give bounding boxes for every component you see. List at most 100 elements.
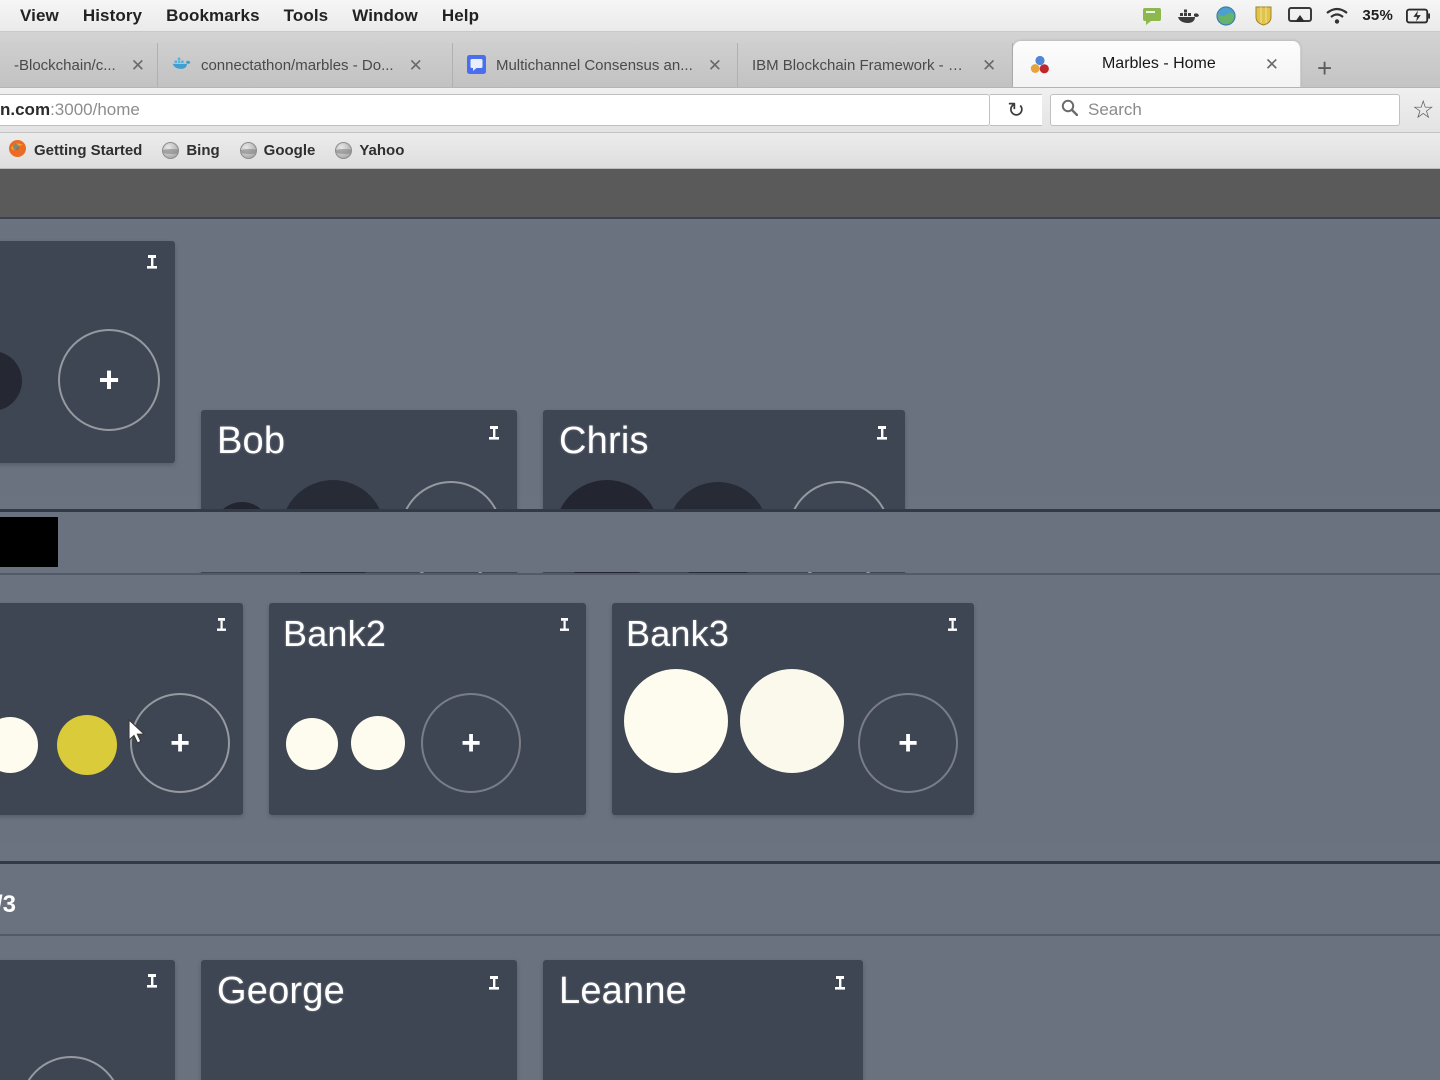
- menu-item-window[interactable]: Window: [340, 6, 430, 26]
- search-input[interactable]: Search: [1050, 94, 1400, 126]
- firefox-icon: [8, 139, 27, 163]
- bookmark-yahoo[interactable]: Yahoo: [335, 142, 404, 159]
- bookmark-label: Bing: [186, 142, 220, 159]
- tab-close-icon[interactable]: ✕: [1265, 56, 1279, 73]
- menu-item-tools[interactable]: Tools: [272, 6, 341, 26]
- pin-icon[interactable]: [145, 255, 159, 273]
- menu-item-bookmarks[interactable]: Bookmarks: [154, 6, 272, 26]
- bank-card-bank3[interactable]: Bank3 +: [612, 603, 974, 815]
- tab-label: connectathon/marbles - Do...: [200, 56, 394, 74]
- card-title: Bank3: [626, 613, 730, 654]
- new-tab-button[interactable]: +: [1301, 55, 1348, 87]
- marble-white[interactable]: [624, 669, 728, 773]
- pin-icon[interactable]: [558, 618, 572, 636]
- user-card-partial-2[interactable]: +: [0, 960, 175, 1080]
- battery-charging-icon[interactable]: [1406, 5, 1430, 27]
- add-marble-zone[interactable]: +: [130, 693, 230, 793]
- menu-item-view[interactable]: View: [8, 6, 71, 26]
- tab-connectathon-marbles[interactable]: connectathon/marbles - Do... ✕: [157, 43, 453, 87]
- url-host: n.com: [0, 100, 51, 119]
- globe-icon: [335, 142, 353, 159]
- add-marble-zone[interactable]: +: [20, 1056, 122, 1080]
- system-tray: 35%: [1140, 5, 1440, 27]
- card-title: George: [217, 970, 345, 1012]
- bank-card-partial-1[interactable]: +: [0, 603, 243, 815]
- marble-white[interactable]: [0, 717, 38, 773]
- tab-marbles-home[interactable]: Marbles - Home ✕: [1012, 41, 1301, 87]
- user-card-leanne[interactable]: Leanne +: [543, 960, 863, 1080]
- add-marble-plus: +: [898, 724, 918, 762]
- search-placeholder: Search: [1088, 100, 1142, 119]
- marble-white[interactable]: [351, 716, 405, 770]
- url-path: :3000/home: [50, 100, 140, 119]
- search-icon: [1061, 99, 1079, 121]
- marble-white[interactable]: [740, 669, 844, 773]
- tab-close-icon[interactable]: ✕: [131, 57, 145, 74]
- bookmarks-bar: Getting Started Bing Google Yahoo: [0, 133, 1440, 169]
- docker-whale-icon: [172, 55, 192, 75]
- bank-card-bank2[interactable]: Bank2 +: [269, 603, 586, 815]
- bookmark-label: Yahoo: [359, 142, 405, 159]
- blue-document-icon: [466, 55, 487, 75]
- tab-close-icon[interactable]: ✕: [409, 57, 423, 74]
- add-marble-plus: +: [461, 724, 481, 762]
- marbles-icon: [1029, 54, 1049, 74]
- bookmark-getting-started[interactable]: Getting Started: [8, 139, 142, 163]
- add-marble-zone[interactable]: +: [858, 693, 958, 793]
- bookmark-label: Google: [263, 142, 316, 159]
- tab-close-icon[interactable]: ✕: [982, 57, 996, 74]
- pin-icon[interactable]: [215, 618, 229, 636]
- banks-header-strip: [0, 512, 1440, 572]
- tab-close-icon[interactable]: ✕: [708, 57, 722, 74]
- bookmark-star-icon[interactable]: ☆: [1412, 97, 1434, 123]
- pin-icon[interactable]: [833, 976, 847, 994]
- url-text: n.com:3000/home: [0, 100, 140, 120]
- marble-dark[interactable]: [0, 351, 22, 411]
- battery-percentage: 35%: [1362, 7, 1393, 24]
- tab-label: Multichannel Consensus an...: [495, 56, 693, 74]
- macos-menu-bar: View History Bookmarks Tools Window Help: [0, 0, 1440, 32]
- menu-item-history[interactable]: History: [71, 6, 154, 26]
- pin-icon[interactable]: [487, 426, 501, 444]
- wifi-icon[interactable]: [1325, 5, 1349, 27]
- pin-icon[interactable]: [145, 974, 159, 992]
- menu-item-help[interactable]: Help: [430, 6, 491, 26]
- tab-blockchain[interactable]: -Blockchain/c... ✕: [0, 43, 158, 87]
- shield-icon[interactable]: [1251, 5, 1275, 27]
- globe-icon: [162, 142, 180, 159]
- user-card-george[interactable]: George +: [201, 960, 517, 1080]
- black-placeholder-box: [0, 517, 58, 567]
- card-title: Chris: [559, 420, 649, 462]
- globe-icon: [239, 142, 257, 159]
- reload-icon[interactable]: ↻: [990, 94, 1042, 126]
- pin-icon[interactable]: [875, 426, 889, 444]
- card-title: Leanne: [559, 970, 688, 1012]
- browser-nav-bar: n.com:3000/home ↻ Search ☆: [0, 88, 1440, 133]
- tab-label: -Blockchain/c...: [14, 56, 116, 74]
- tab-multichannel-consensus[interactable]: Multichannel Consensus an... ✕: [452, 43, 738, 87]
- marbles-app-page: + Bob + Chris +: [0, 169, 1440, 1080]
- add-marble-zone[interactable]: +: [58, 329, 160, 431]
- globe-icon[interactable]: [1214, 5, 1238, 27]
- pin-icon[interactable]: [946, 618, 960, 636]
- bookmark-label: Getting Started: [34, 142, 143, 159]
- marble-counter: /3: [0, 891, 17, 918]
- add-marble-zone[interactable]: +: [421, 693, 521, 793]
- airplay-icon[interactable]: [1288, 5, 1313, 27]
- bookmark-bing[interactable]: Bing: [162, 142, 220, 159]
- docker-whale-icon[interactable]: [1177, 5, 1201, 27]
- marble-white[interactable]: [286, 718, 338, 770]
- card-title: Bob: [217, 420, 286, 462]
- card-title: Bank2: [283, 613, 387, 654]
- url-input[interactable]: n.com:3000/home: [0, 94, 990, 126]
- chat-bubble-icon[interactable]: [1140, 5, 1164, 27]
- tab-label: Marbles - Home: [1101, 55, 1216, 72]
- browser-tab-strip: -Blockchain/c... ✕ connectathon/marbles …: [0, 32, 1440, 88]
- marble-yellow[interactable]: [57, 715, 117, 775]
- user-card-partial-1[interactable]: +: [0, 241, 175, 463]
- tab-ibm-blockchain-framework[interactable]: IBM Blockchain Framework - O... ✕: [737, 43, 1013, 87]
- pin-icon[interactable]: [487, 976, 501, 994]
- bookmark-google[interactable]: Google: [239, 142, 316, 159]
- page-top-band: [0, 169, 1440, 219]
- counter-strip: [0, 864, 1440, 934]
